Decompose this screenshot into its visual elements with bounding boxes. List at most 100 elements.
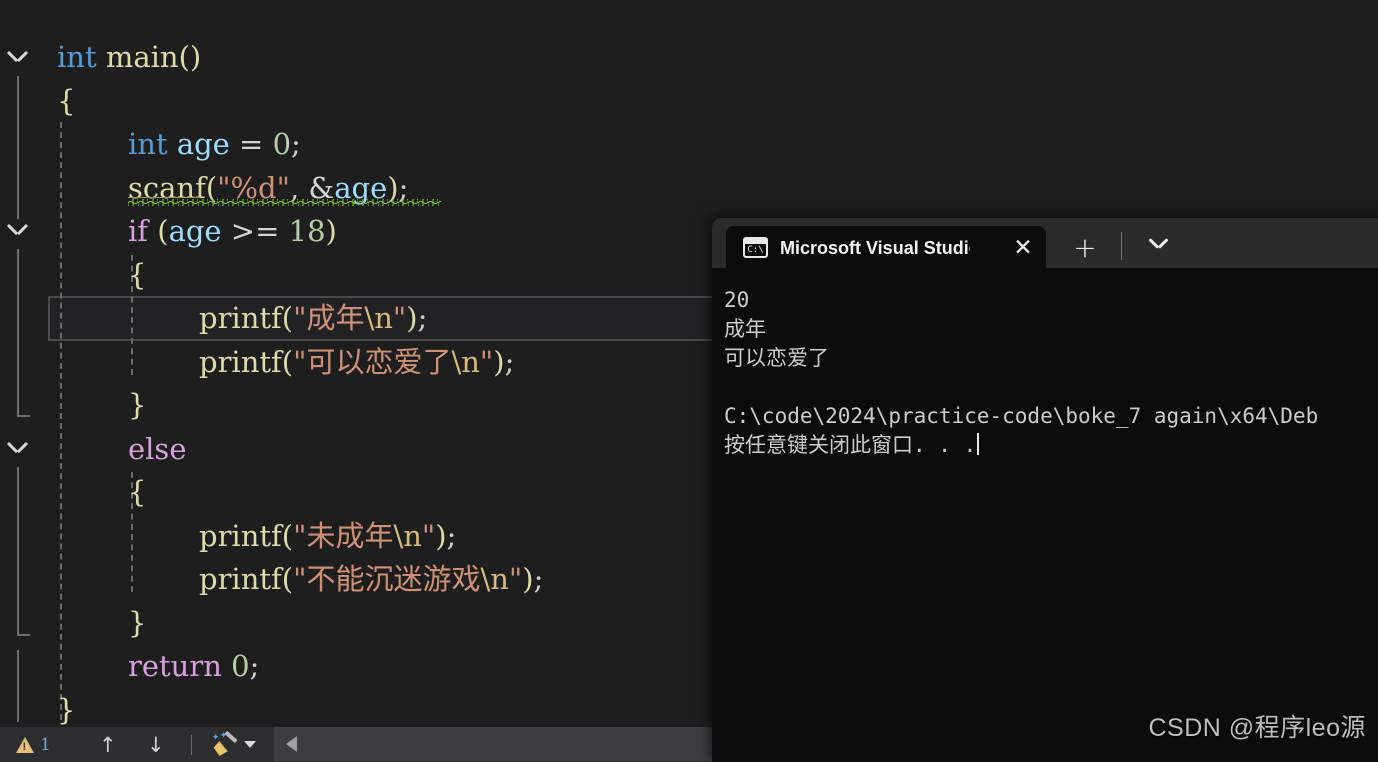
code-line-text: } bbox=[57, 689, 75, 728]
console-tab[interactable]: C:\ Microsoft Visual Studio 调试控 ✕ bbox=[726, 226, 1046, 268]
chevron-down-icon[interactable] bbox=[1147, 234, 1175, 260]
screen-root: int main(){int age = 0; scanf("%d", &age)… bbox=[0, 0, 1378, 762]
status-separator bbox=[190, 734, 192, 755]
code-token: return bbox=[128, 649, 222, 683]
code-token: } bbox=[128, 605, 147, 640]
csdn-watermark: CSDN @程序leo源 bbox=[1148, 714, 1366, 742]
code-line-text: } bbox=[128, 384, 146, 428]
code-token: \n bbox=[393, 518, 422, 553]
code-token: } bbox=[128, 388, 147, 422]
debug-console-window[interactable]: C:\ Microsoft Visual Studio 调试控 ✕ + 20 成年… bbox=[712, 218, 1378, 762]
chevron-down-icon[interactable] bbox=[243, 741, 256, 748]
toolbar-separator bbox=[1121, 232, 1122, 260]
command-prompt-icon: C:\ bbox=[743, 236, 768, 258]
code-token: ; bbox=[533, 562, 544, 596]
new-tab-button[interactable]: + bbox=[1070, 231, 1100, 264]
code-line-text: return 0; bbox=[128, 645, 259, 689]
code-token: " bbox=[508, 562, 523, 596]
code-token: 0 bbox=[272, 127, 292, 161]
code-token: " bbox=[421, 518, 436, 553]
code-token: " bbox=[392, 301, 407, 335]
code-line[interactable]: int age = 0; bbox=[0, 123, 1378, 167]
code-token: "可以恋爱了 bbox=[293, 344, 452, 379]
code-token: ( bbox=[281, 562, 294, 596]
code-line-text: printf("未成年\n"); bbox=[199, 515, 456, 559]
code-line-text: printf("成年\n"); bbox=[199, 297, 427, 341]
console-line: 20 bbox=[724, 288, 750, 312]
code-line[interactable]: int main() bbox=[0, 36, 1378, 80]
code-token: 18 bbox=[288, 214, 326, 248]
warning-indicator[interactable]: 1 bbox=[0, 727, 57, 762]
code-token: ) bbox=[435, 518, 447, 553]
code-token: ( bbox=[281, 518, 294, 553]
code-line-text: { bbox=[57, 80, 75, 124]
code-token: ) bbox=[522, 562, 534, 596]
scrollbar-thumb[interactable] bbox=[308, 727, 648, 761]
code-token: >= bbox=[221, 214, 289, 248]
code-cleanup-button[interactable]: ✦ ✦ bbox=[200, 727, 262, 762]
code-token: ) bbox=[493, 344, 505, 379]
horizontal-scrollbar[interactable] bbox=[274, 727, 712, 761]
code-token: } bbox=[57, 692, 76, 727]
code-line-text: printf("不能沉迷游戏\n"); bbox=[199, 558, 543, 602]
code-line[interactable]: scanf("%d", &age); bbox=[0, 167, 1378, 211]
code-token: = bbox=[229, 127, 273, 161]
code-token: "未成年 bbox=[293, 518, 394, 553]
console-line: 可以恋爱了 bbox=[724, 346, 829, 370]
text-cursor bbox=[977, 433, 980, 455]
code-line[interactable]: { bbox=[0, 80, 1378, 124]
code-token: ; bbox=[417, 301, 428, 335]
code-token: " bbox=[479, 344, 494, 379]
close-icon[interactable]: ✕ bbox=[1010, 235, 1036, 261]
code-token: ; bbox=[249, 649, 260, 683]
code-token: ( bbox=[281, 344, 294, 379]
prev-issue-button[interactable]: ↑ bbox=[91, 727, 125, 762]
code-token: int bbox=[57, 40, 97, 74]
code-token: printf bbox=[199, 562, 282, 596]
code-token: main bbox=[105, 40, 179, 74]
code-token: { bbox=[57, 83, 76, 118]
code-token: printf bbox=[199, 518, 282, 553]
code-token: printf bbox=[199, 301, 282, 335]
code-token: \n bbox=[480, 562, 509, 596]
code-token: printf bbox=[199, 344, 282, 379]
code-line-text: { bbox=[128, 254, 146, 298]
code-token: ; bbox=[504, 344, 515, 379]
code-line-text: else bbox=[128, 428, 186, 472]
triangle-left-icon bbox=[285, 736, 297, 752]
code-token: ( bbox=[178, 40, 190, 74]
code-token: ) bbox=[325, 214, 337, 248]
console-title-bar[interactable]: C:\ Microsoft Visual Studio 调试控 ✕ + bbox=[712, 218, 1378, 268]
code-token: ) bbox=[406, 301, 418, 335]
code-token: age bbox=[176, 127, 230, 161]
code-token: "不能沉迷游戏 bbox=[293, 562, 481, 596]
warning-count: 1 bbox=[40, 734, 51, 755]
scroll-left-button[interactable] bbox=[274, 727, 308, 761]
code-token: { bbox=[128, 475, 147, 509]
code-token: ( bbox=[157, 214, 169, 248]
next-issue-button[interactable]: ↓ bbox=[139, 727, 173, 762]
code-token: age bbox=[168, 214, 222, 248]
code-line-text: } bbox=[128, 602, 146, 646]
console-tab-title: Microsoft Visual Studio 调试控 bbox=[780, 238, 970, 258]
console-line: 成年 bbox=[724, 317, 766, 341]
broom-icon: ✦ ✦ bbox=[212, 730, 238, 757]
code-token: ; bbox=[291, 127, 301, 161]
console-output[interactable]: 20 成年可以恋爱了 C:\code\2024\practice-code\boke… bbox=[712, 268, 1378, 762]
code-token: ; bbox=[446, 518, 457, 553]
code-token: if bbox=[128, 214, 149, 248]
code-line-text: { bbox=[128, 471, 146, 515]
code-token: else bbox=[128, 431, 187, 466]
code-token: int bbox=[128, 127, 168, 161]
code-line-text: int age = 0; bbox=[128, 123, 301, 167]
code-line-text: printf("可以恋爱了\n"); bbox=[199, 341, 514, 385]
code-token: { bbox=[128, 257, 147, 292]
code-token: ( bbox=[281, 301, 294, 335]
console-line: C:\code\2024\practice-code\boke_7 again\… bbox=[724, 404, 1319, 428]
error-underline bbox=[128, 196, 200, 198]
